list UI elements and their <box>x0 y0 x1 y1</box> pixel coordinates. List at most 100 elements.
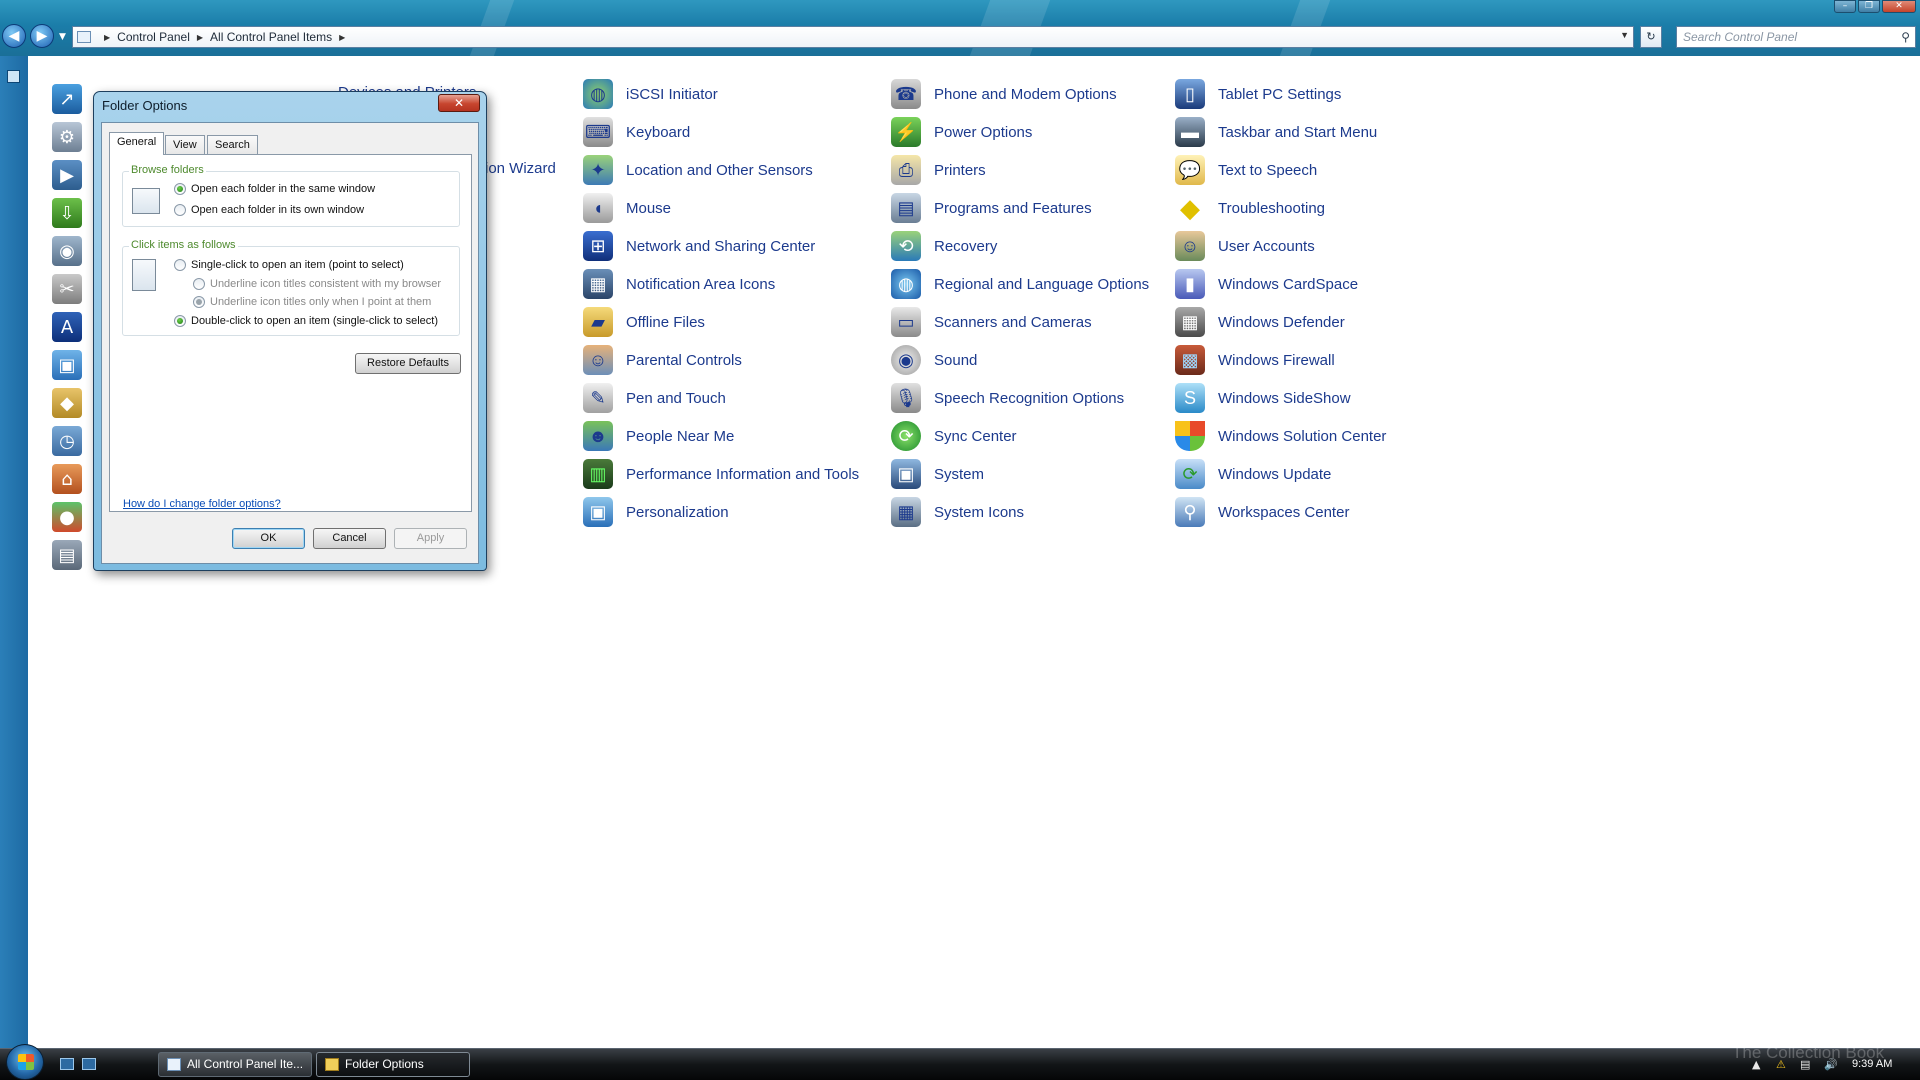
ok-button[interactable]: OK <box>232 528 305 549</box>
taskbar-folder-options[interactable]: Folder Options <box>316 1052 470 1077</box>
display-icon[interactable]: ▣ <box>52 350 82 380</box>
fonts-icon[interactable]: A <box>52 312 82 342</box>
item-wizard-partial[interactable]: ion Wizard <box>485 160 556 177</box>
item-troubleshooting[interactable]: ◆ Troubleshooting <box>1175 191 1325 225</box>
refresh-button[interactable]: ↻ <box>1640 26 1662 48</box>
restore-defaults-button[interactable]: Restore Defaults <box>355 353 461 374</box>
minimize-button[interactable]: – <box>1834 0 1856 13</box>
item-recovery[interactable]: ⟲ Recovery <box>891 229 997 263</box>
show-desktop-icon[interactable] <box>60 1058 74 1070</box>
radio-button[interactable] <box>174 204 186 216</box>
radio-single-click[interactable]: Single-click to open an item (point to s… <box>174 259 404 271</box>
item-scanners-cameras[interactable]: ▭ Scanners and Cameras <box>891 305 1092 339</box>
item-phone-modem[interactable]: ☎ Phone and Modem Options <box>891 77 1117 111</box>
item-power-options[interactable]: ⚡ Power Options <box>891 115 1032 149</box>
item-printers[interactable]: ⎙ Printers <box>891 153 986 187</box>
chevron-right-icon[interactable]: ▶ <box>104 33 110 42</box>
radio-button[interactable] <box>174 259 186 271</box>
item-regional-language[interactable]: ◍ Regional and Language Options <box>891 267 1149 301</box>
tab-general[interactable]: General <box>109 132 165 155</box>
start-button[interactable] <box>6 1044 44 1080</box>
radio-same-window[interactable]: Open each folder in the same window <box>174 183 375 195</box>
close-window-button[interactable]: ✕ <box>1882 0 1916 13</box>
clock[interactable]: 9:39 AM <box>1852 1058 1892 1070</box>
action-center-icon[interactable]: ↗ <box>52 84 82 114</box>
homegroup-icon[interactable]: ⌂ <box>52 464 82 494</box>
item-system-icons[interactable]: ▦ System Icons <box>891 495 1024 529</box>
item-windows-cardspace[interactable]: ▮ Windows CardSpace <box>1175 267 1358 301</box>
breadcrumb-control-panel[interactable]: Control Panel <box>117 30 190 44</box>
item-text-to-speech[interactable]: 💬 Text to Speech <box>1175 153 1317 187</box>
item-workspaces-center[interactable]: ⚲ Workspaces Center <box>1175 495 1349 529</box>
radio-button-disabled[interactable] <box>193 278 205 290</box>
warning-icon[interactable]: ⚠ <box>1776 1058 1786 1071</box>
radio-button-checked[interactable] <box>174 183 186 195</box>
backup-icon[interactable]: ⇩ <box>52 198 82 228</box>
item-iscsi-initiator[interactable]: ◍ iSCSI Initiator <box>583 77 718 111</box>
item-location-sensors[interactable]: ✦ Location and Other Sensors <box>583 153 813 187</box>
chevron-right-icon[interactable]: ▶ <box>197 33 203 42</box>
item-speech-recognition[interactable]: 🎙 Speech Recognition Options <box>891 381 1124 415</box>
admin-tools-icon[interactable]: ⚙ <box>52 122 82 152</box>
item-system[interactable]: ▣ System <box>891 457 984 491</box>
radio-button-checked[interactable] <box>174 315 186 327</box>
item-user-accounts[interactable]: ☺ User Accounts <box>1175 229 1315 263</box>
item-network-sharing[interactable]: ⊞ Network and Sharing Center <box>583 229 815 263</box>
dialog-close-button[interactable]: ✕ <box>438 94 480 112</box>
device-manager-icon[interactable]: ▤ <box>52 540 82 570</box>
tasks-icon[interactable] <box>7 70 20 83</box>
network-tray-icon[interactable]: ▤ <box>1800 1058 1810 1071</box>
item-parental-controls[interactable]: ☺ Parental Controls <box>583 343 742 377</box>
radio-double-click[interactable]: Double-click to open an item (single-cli… <box>174 315 438 327</box>
item-sync-center[interactable]: ⟳ Sync Center <box>891 419 1017 453</box>
biometric-icon[interactable]: ◉ <box>52 236 82 266</box>
address-bar[interactable]: ▶ Control Panel ▶ All Control Panel Item… <box>72 26 1634 48</box>
item-keyboard[interactable]: ⌨ Keyboard <box>583 115 690 149</box>
item-mouse[interactable]: ◖ Mouse <box>583 191 671 225</box>
cancel-button[interactable]: Cancel <box>313 528 386 549</box>
radio-underline-browser[interactable]: Underline icon titles consistent with my… <box>193 278 441 290</box>
item-windows-firewall[interactable]: ▩ Windows Firewall <box>1175 343 1335 377</box>
item-personalization[interactable]: ▣ Personalization <box>583 495 729 529</box>
tab-search[interactable]: Search <box>207 135 258 155</box>
item-programs-features[interactable]: ▤ Programs and Features <box>891 191 1092 225</box>
autoplay-icon[interactable]: ▶ <box>52 160 82 190</box>
item-performance[interactable]: ▥ Performance Information and Tools <box>583 457 859 491</box>
item-windows-sideshow[interactable]: S Windows SideShow <box>1175 381 1351 415</box>
search-icon[interactable]: ⚲ <box>1901 27 1910 47</box>
item-windows-update[interactable]: ⟳ Windows Update <box>1175 457 1331 491</box>
recent-pages-dropdown[interactable]: ▼ <box>59 32 66 42</box>
tab-view[interactable]: View <box>165 135 205 155</box>
switch-windows-icon[interactable] <box>82 1058 96 1070</box>
forward-button[interactable]: ▶ <box>30 24 54 48</box>
back-button[interactable]: ◀ <box>2 24 26 48</box>
radio-underline-point[interactable]: Underline icon titles only when I point … <box>193 296 431 308</box>
item-windows-defender[interactable]: ▦ Windows Defender <box>1175 305 1345 339</box>
item-taskbar-start[interactable]: ▬ Taskbar and Start Menu <box>1175 115 1377 149</box>
volume-icon[interactable]: 🔊 <box>1824 1058 1838 1071</box>
item-tablet-pc[interactable]: ▯ Tablet PC Settings <box>1175 77 1341 111</box>
credential-icon[interactable]: ◆ <box>52 388 82 418</box>
apply-button[interactable]: Apply <box>394 528 467 549</box>
item-pen-touch[interactable]: ✎ Pen and Touch <box>583 381 726 415</box>
search-input[interactable]: Search Control Panel ⚲ <box>1676 26 1916 48</box>
chevron-right-icon[interactable]: ▶ <box>339 33 345 42</box>
address-dropdown-icon[interactable]: ▼ <box>1620 30 1629 40</box>
date-time-icon[interactable]: ◷ <box>52 426 82 456</box>
radio-button-disabled-checked[interactable] <box>193 296 205 308</box>
default-programs-icon[interactable]: ● <box>52 502 82 532</box>
item-notification-area[interactable]: ▦ Notification Area Icons <box>583 267 775 301</box>
taskbar-control-panel[interactable]: All Control Panel Ite... <box>158 1052 312 1077</box>
show-hidden-icons[interactable]: ▲ <box>1752 1058 1760 1071</box>
control-panel-icon <box>167 1058 181 1071</box>
radio-own-window[interactable]: Open each folder in its own window <box>174 204 364 216</box>
item-sound[interactable]: ◉ Sound <box>891 343 977 377</box>
window-title-bar: – ❐ ✕ ◀ ▶ ▼ ▶ Control Panel ▶ All Contro… <box>0 0 1920 56</box>
breadcrumb-all-items[interactable]: All Control Panel Items <box>210 30 332 44</box>
tools-icon[interactable]: ✂ <box>52 274 82 304</box>
item-offline-files[interactable]: ▰ Offline Files <box>583 305 705 339</box>
help-link[interactable]: How do I change folder options? <box>123 498 281 510</box>
item-people-near-me[interactable]: ☻ People Near Me <box>583 419 734 453</box>
item-windows-solution-center[interactable]: Windows Solution Center <box>1175 419 1386 453</box>
maximize-button[interactable]: ❐ <box>1858 0 1880 13</box>
